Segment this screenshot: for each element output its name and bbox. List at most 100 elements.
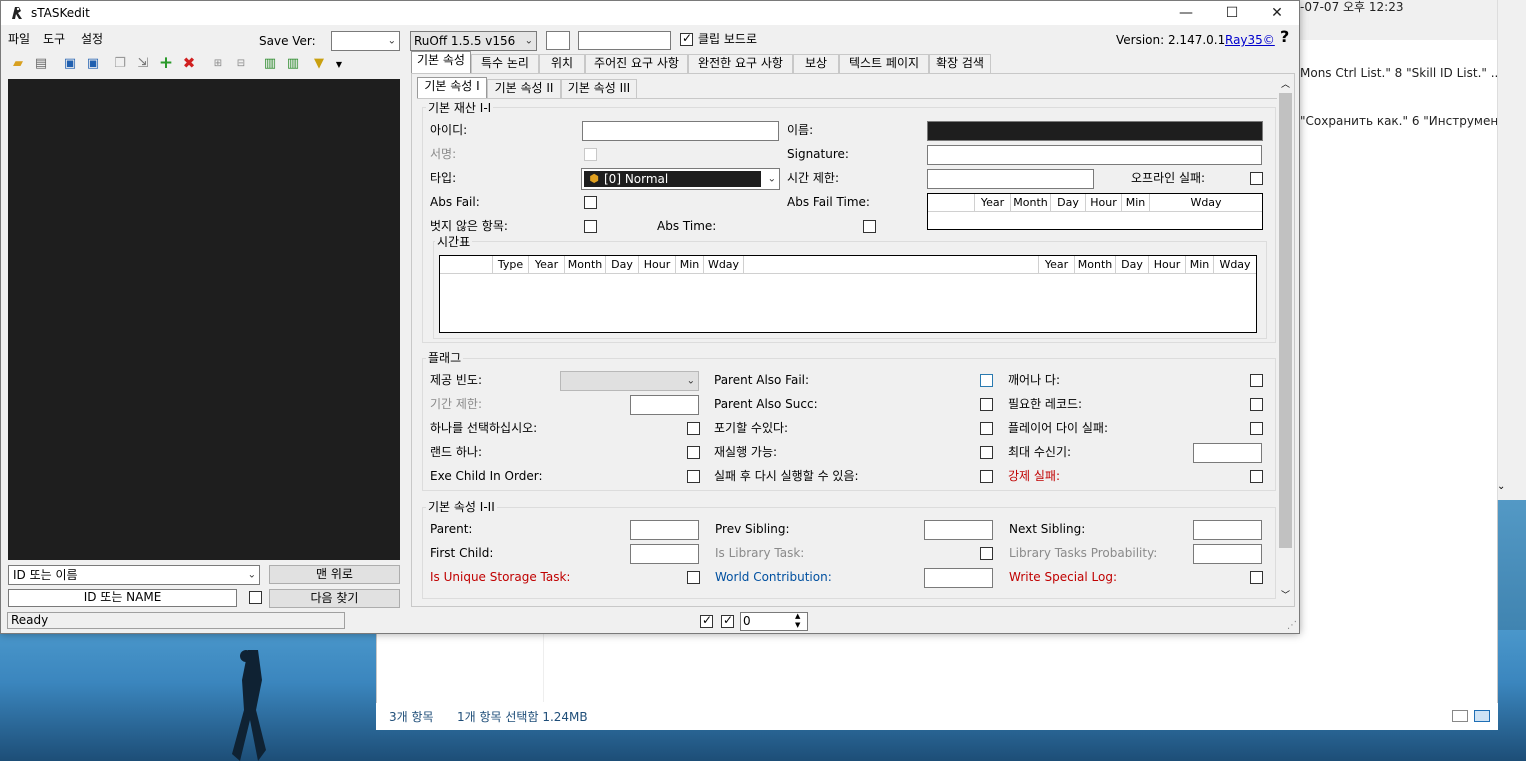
- random-one-checkbox[interactable]: [687, 446, 700, 459]
- maximize-button[interactable]: ☐: [1209, 1, 1255, 25]
- period-limit-input[interactable]: [630, 395, 699, 415]
- add-icon[interactable]: +: [158, 55, 174, 72]
- library-prob-input[interactable]: [1193, 544, 1262, 564]
- offer-freq-combo[interactable]: ⌄: [560, 371, 699, 391]
- abs-fail-checkbox[interactable]: [584, 196, 597, 209]
- id-input[interactable]: [582, 121, 779, 141]
- name-input[interactable]: [927, 121, 1263, 141]
- world-contribution-input[interactable]: [924, 568, 993, 588]
- copy-icon[interactable]: ❐: [112, 56, 128, 72]
- offline-fail-checkbox[interactable]: [1250, 172, 1263, 185]
- signature-input[interactable]: [927, 145, 1262, 165]
- world-contribution-label: World Contribution:: [715, 570, 832, 584]
- author-link[interactable]: Ray35©: [1225, 33, 1275, 47]
- type-combo[interactable]: ⬢ [0] Normal ⌄: [581, 168, 780, 190]
- scrollbar-thumb[interactable]: [1279, 93, 1292, 548]
- export-icon[interactable]: ⇲: [135, 56, 151, 72]
- menu-settings[interactable]: 설정: [81, 32, 103, 46]
- write-special-log-checkbox[interactable]: [1250, 571, 1263, 584]
- save-ver-combo[interactable]: ⌄: [331, 31, 400, 51]
- abs-time-checkbox[interactable]: [863, 220, 876, 233]
- menu-file[interactable]: 파일: [8, 32, 30, 46]
- need-record-checkbox[interactable]: [1250, 398, 1263, 411]
- repeatable-checkbox[interactable]: [980, 446, 993, 459]
- open-folder-icon[interactable]: ▰: [10, 56, 26, 72]
- sched-col-blank: [440, 256, 493, 274]
- tab-rewards[interactable]: 보상: [793, 54, 839, 73]
- help-icon[interactable]: ?: [1280, 29, 1289, 45]
- spin-down-icon[interactable]: ▼: [795, 621, 800, 629]
- library-task-checkbox[interactable]: [980, 547, 993, 560]
- tab-given-requirements[interactable]: 주어진 요구 사항: [585, 54, 688, 73]
- task-list[interactable]: [8, 79, 400, 560]
- version-combo[interactable]: RuOff 1.5.5 v156 ⌄: [410, 31, 537, 51]
- subtab-basic-3[interactable]: 기본 속성 III: [561, 79, 637, 98]
- spin-up-icon[interactable]: ▲: [795, 612, 800, 620]
- abs-fail-time-table[interactable]: Year Month Day Hour Min Wday: [927, 193, 1263, 230]
- import-alt-icon[interactable]: ▥: [285, 56, 301, 72]
- tab-location[interactable]: 위치: [539, 54, 585, 73]
- search-type-combo[interactable]: ID 또는 이름 ⌄: [8, 565, 260, 585]
- find-next-button[interactable]: 다음 찾기: [269, 589, 400, 608]
- small-input[interactable]: [546, 31, 570, 50]
- document-icon[interactable]: ▤: [33, 56, 49, 72]
- subtab-basic-1[interactable]: 기본 속성 I: [417, 77, 487, 99]
- minimize-button[interactable]: —: [1163, 1, 1209, 25]
- wide-input[interactable]: [578, 31, 671, 50]
- can-give-up-checkbox[interactable]: [980, 422, 993, 435]
- clipboard-checkbox[interactable]: [680, 31, 693, 46]
- large-icons-view-icon[interactable]: [1474, 710, 1490, 722]
- tab-basic-props[interactable]: 기본 속성: [411, 51, 471, 74]
- explorer-scrollbar[interactable]: [1497, 0, 1526, 500]
- player-die-fail-checkbox[interactable]: [1250, 422, 1263, 435]
- collapse-icon[interactable]: ⊟: [233, 56, 249, 72]
- import-icon[interactable]: ▥: [262, 56, 278, 72]
- time-limit-input[interactable]: [927, 169, 1094, 189]
- retry-after-fail-checkbox[interactable]: [980, 470, 993, 483]
- tab-complete-requirements[interactable]: 완전한 요구 사항: [688, 54, 793, 73]
- menu-tools[interactable]: 도구: [43, 32, 65, 46]
- first-child-input[interactable]: [630, 544, 699, 564]
- parent-also-fail-checkbox[interactable]: [980, 374, 993, 387]
- search-option-checkbox[interactable]: [249, 591, 262, 604]
- unclear-checkbox[interactable]: [584, 220, 597, 233]
- close-button[interactable]: ✕: [1254, 1, 1300, 25]
- choose-one-checkbox[interactable]: [687, 422, 700, 435]
- force-fail-checkbox[interactable]: [1250, 470, 1263, 483]
- go-top-button[interactable]: 맨 위로: [269, 565, 400, 584]
- save-icon[interactable]: ▣: [62, 56, 78, 72]
- tab-extended-search[interactable]: 확장 검색: [929, 54, 991, 73]
- filter-icon[interactable]: ▼: [311, 56, 327, 72]
- resize-grip-icon[interactable]: ⋰: [1287, 619, 1297, 633]
- next-sibling-input[interactable]: [1193, 520, 1262, 540]
- subtab-basic-2[interactable]: 기본 속성 II: [487, 79, 561, 98]
- bottom-checkbox-2[interactable]: [721, 613, 734, 628]
- expand-icon[interactable]: ⊞: [210, 56, 226, 72]
- chevron-down-icon: ⌄: [686, 375, 695, 387]
- schedule-table[interactable]: Type Year Month Day Hour Min Wday Year M…: [439, 255, 1257, 333]
- search-input[interactable]: ID 또는 NAME: [8, 589, 237, 607]
- tab-special-logic[interactable]: 특수 논리: [471, 54, 539, 73]
- retry-after-fail-label: 실패 후 다시 실행할 수 있음:: [714, 469, 859, 483]
- chevron-down-icon[interactable]: ⌄: [1497, 480, 1505, 494]
- sign-checkbox[interactable]: [584, 148, 597, 161]
- delete-icon[interactable]: ✖: [181, 55, 197, 71]
- tab-text-pages[interactable]: 텍스트 페이지: [839, 54, 929, 73]
- explorer-row-2[interactable]: "Сохранить как." 6 "Инструмен...: [1300, 114, 1510, 128]
- details-view-icon[interactable]: [1452, 710, 1468, 722]
- abs-fail-time-label: Abs Fail Time:: [787, 195, 870, 209]
- version-text: Version: 2.147.0.1: [1116, 33, 1226, 47]
- parent-input[interactable]: [630, 520, 699, 540]
- bottom-checkbox-1[interactable]: [700, 613, 713, 628]
- filter-dropdown-icon[interactable]: ▼: [331, 57, 347, 73]
- parent-also-succ-checkbox[interactable]: [980, 398, 993, 411]
- prev-sibling-input[interactable]: [924, 520, 993, 540]
- chevron-down-icon[interactable]: ﹀: [1281, 589, 1290, 603]
- exe-child-order-checkbox[interactable]: [687, 470, 700, 483]
- awaken-checkbox[interactable]: [1250, 374, 1263, 387]
- save-all-icon[interactable]: ▣: [85, 56, 101, 72]
- unique-storage-checkbox[interactable]: [687, 571, 700, 584]
- chevron-up-icon[interactable]: ︿: [1281, 78, 1290, 92]
- max-receivers-input[interactable]: [1193, 443, 1262, 463]
- explorer-row-1[interactable]: Mons Ctrl List." 8 "Skill ID List." ...: [1300, 66, 1502, 80]
